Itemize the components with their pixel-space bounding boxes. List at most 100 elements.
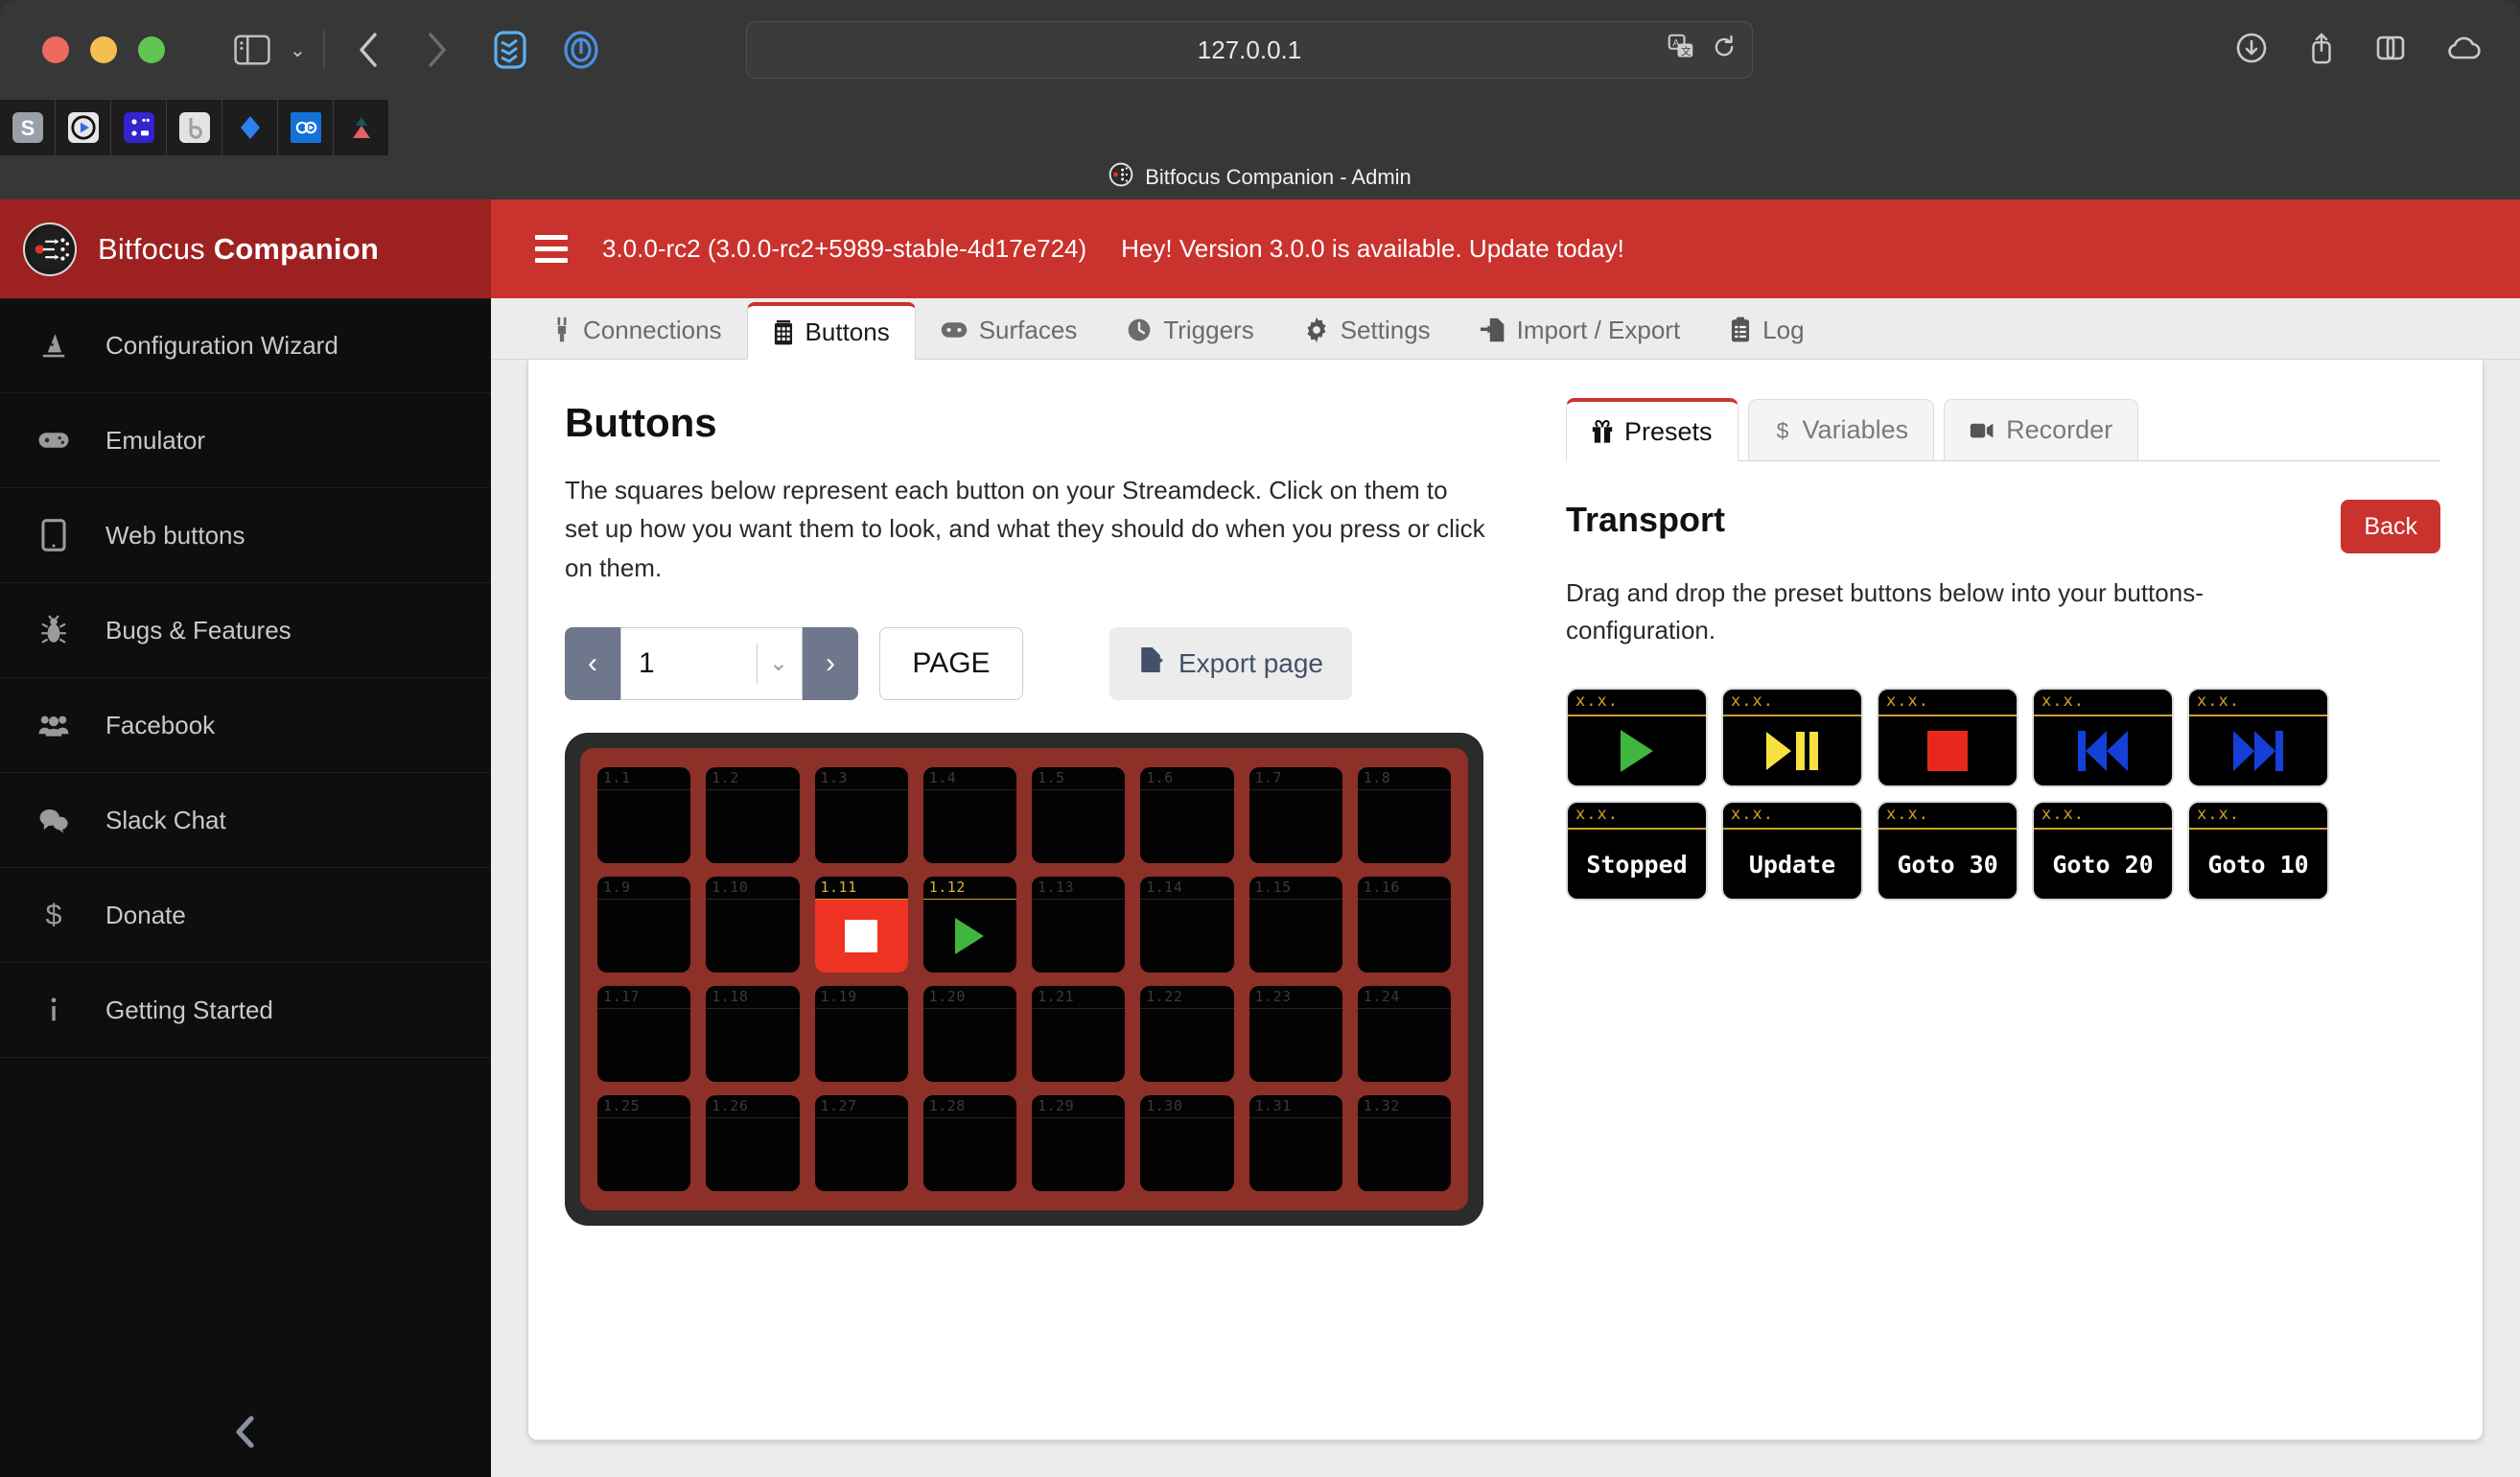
back-icon[interactable] [356,31,381,69]
deck-button-1.5[interactable]: 1.5 [1032,766,1126,863]
deck-button-body [923,1009,1016,1082]
sidebar-item-emulator[interactable]: Emulator [0,393,491,488]
minimize-window-button[interactable] [90,36,117,63]
tab-label: Log [1762,315,1805,344]
preset-button[interactable]: x.x. [2187,688,2329,787]
tabs-icon[interactable] [2376,33,2407,68]
share-icon[interactable] [2307,32,2336,69]
oo-favicon[interactable] [278,100,334,155]
tab-triggers[interactable]: Triggers [1102,301,1278,359]
reader-icon[interactable] [494,31,526,69]
preset-button[interactable]: x.x. [1877,688,2018,787]
deck-button-1.29[interactable]: 1.29 [1032,1094,1126,1191]
hamburger-menu-icon[interactable] [535,235,568,263]
sidebar-icon[interactable] [234,35,270,65]
triangle-favicon[interactable] [334,100,389,155]
deck-button-1.7[interactable]: 1.7 [1248,766,1342,863]
sidebar-item-getting-started[interactable]: Getting Started [0,963,491,1058]
deck-button-1.28[interactable]: 1.28 [922,1094,1016,1191]
preset-button[interactable]: x.x. [1721,688,1863,787]
forward-icon[interactable] [425,31,450,69]
deck-button-1.22[interactable]: 1.22 [1140,985,1234,1082]
deck-button-1.25[interactable]: 1.25 [597,1094,691,1191]
tab-presets[interactable]: Presets [1566,398,1738,461]
deck-button-1.19[interactable]: 1.19 [814,985,908,1082]
downloads-icon[interactable] [2236,33,2267,68]
back-button[interactable]: Back [2341,500,2440,553]
export-page-button[interactable]: Export page [1109,626,1352,700]
maximize-window-button[interactable] [138,36,165,63]
deck-button-1.27[interactable]: 1.27 [814,1094,908,1191]
deck-button-1.8[interactable]: 1.8 [1357,766,1451,863]
jira-favicon[interactable] [222,100,278,155]
deck-button-1.26[interactable]: 1.26 [706,1094,800,1191]
tab-log[interactable]: Log [1705,301,1829,359]
deck-button-1.6[interactable]: 1.6 [1140,766,1234,863]
deck-button-1.3[interactable]: 1.3 [814,766,908,863]
deck-button-1.17[interactable]: 1.17 [597,985,691,1082]
companion-favicon[interactable] [111,100,167,155]
sidebar-item-configuration-wizard[interactable]: Configuration Wizard [0,298,491,393]
deck-button-1.18[interactable]: 1.18 [706,985,800,1082]
deck-button-1.10[interactable]: 1.10 [706,876,800,973]
chevron-down-icon[interactable]: ⌄ [290,38,306,62]
browser-tab-title[interactable]: Bitfocus Companion - Admin [1145,165,1412,190]
tab-recorder[interactable]: Recorder [1944,399,2139,460]
translate-icon[interactable]: A文 [1668,34,1694,67]
tab-surfaces[interactable]: Surfaces [916,301,1103,359]
svg-text:S: S [20,116,35,140]
deck-button-1.24[interactable]: 1.24 [1357,985,1451,1082]
deck-button-1.21[interactable]: 1.21 [1032,985,1126,1082]
tab-connections[interactable]: Connections [527,301,747,359]
preset-button[interactable]: x.x. Goto 20 [2032,801,2174,901]
deck-button-body [1032,1009,1125,1082]
deck-button-1.32[interactable]: 1.32 [1357,1094,1451,1191]
icloud-icon[interactable] [2447,35,2482,66]
plug-icon [552,316,572,343]
onepassword-icon[interactable] [563,31,599,69]
tab-variables[interactable]: $ Variables [1747,399,1935,460]
bitfocus-b-favicon[interactable] [167,100,222,155]
previous-page-button[interactable]: ‹ [565,626,620,700]
tab-import-export[interactable]: Import / Export [1456,301,1706,359]
address-bar[interactable]: 127.0.0.1 A文 [746,21,1753,79]
play-favicon[interactable] [56,100,111,155]
deck-button-1.9[interactable]: 1.9 [597,876,691,973]
deck-button-number: 1.22 [1146,987,1183,1005]
deck-button-1.20[interactable]: 1.20 [922,985,1016,1082]
sidebar-item-facebook[interactable]: Facebook [0,678,491,773]
preset-button[interactable]: x.x. Goto 30 [1877,801,2018,901]
s-favicon[interactable]: S [0,100,56,155]
page-name-field[interactable]: PAGE [879,626,1023,700]
deck-button-1.12[interactable]: 1.12 [922,876,1016,973]
deck-button-1.1[interactable]: 1.1 [597,766,691,863]
deck-button-1.23[interactable]: 1.23 [1248,985,1342,1082]
tab-settings[interactable]: Settings [1279,301,1456,359]
sidebar-item-web-buttons[interactable]: Web buttons [0,488,491,583]
deck-button-1.11[interactable]: 1.11 [814,876,908,973]
preset-button[interactable]: x.x. Update [1721,801,1863,901]
deck-button-1.31[interactable]: 1.31 [1248,1094,1342,1191]
next-page-button[interactable]: › [803,626,858,700]
deck-button-1.13[interactable]: 1.13 [1032,876,1126,973]
tab-buttons[interactable]: Buttons [746,302,916,360]
deck-button-1.2[interactable]: 1.2 [706,766,800,863]
preset-button[interactable]: x.x. [1566,688,1708,787]
page-select[interactable]: 1 ⌄ [620,626,803,700]
close-window-button[interactable] [42,36,69,63]
deck-button-1.15[interactable]: 1.15 [1248,876,1342,973]
preset-button[interactable]: x.x. Stopped [1566,801,1708,901]
buttons-description: The squares below represent each button … [565,476,1485,582]
reload-icon[interactable] [1712,35,1737,66]
deck-button-1.4[interactable]: 1.4 [922,766,1016,863]
sidebar-item-bugs-features[interactable]: Bugs & Features [0,583,491,678]
deck-button-1.30[interactable]: 1.30 [1140,1094,1234,1191]
sidebar-collapse-button[interactable] [0,1391,491,1477]
preset-button[interactable]: x.x. [2032,688,2174,787]
deck-button-1.14[interactable]: 1.14 [1140,876,1234,973]
preset-button[interactable]: x.x. Goto 10 [2187,801,2329,901]
sidebar-item-donate[interactable]: $ Donate [0,868,491,963]
deck-button-1.16[interactable]: 1.16 [1357,876,1451,973]
preset-button-body: Goto 30 [1878,830,2017,899]
sidebar-item-slack-chat[interactable]: Slack Chat [0,773,491,868]
